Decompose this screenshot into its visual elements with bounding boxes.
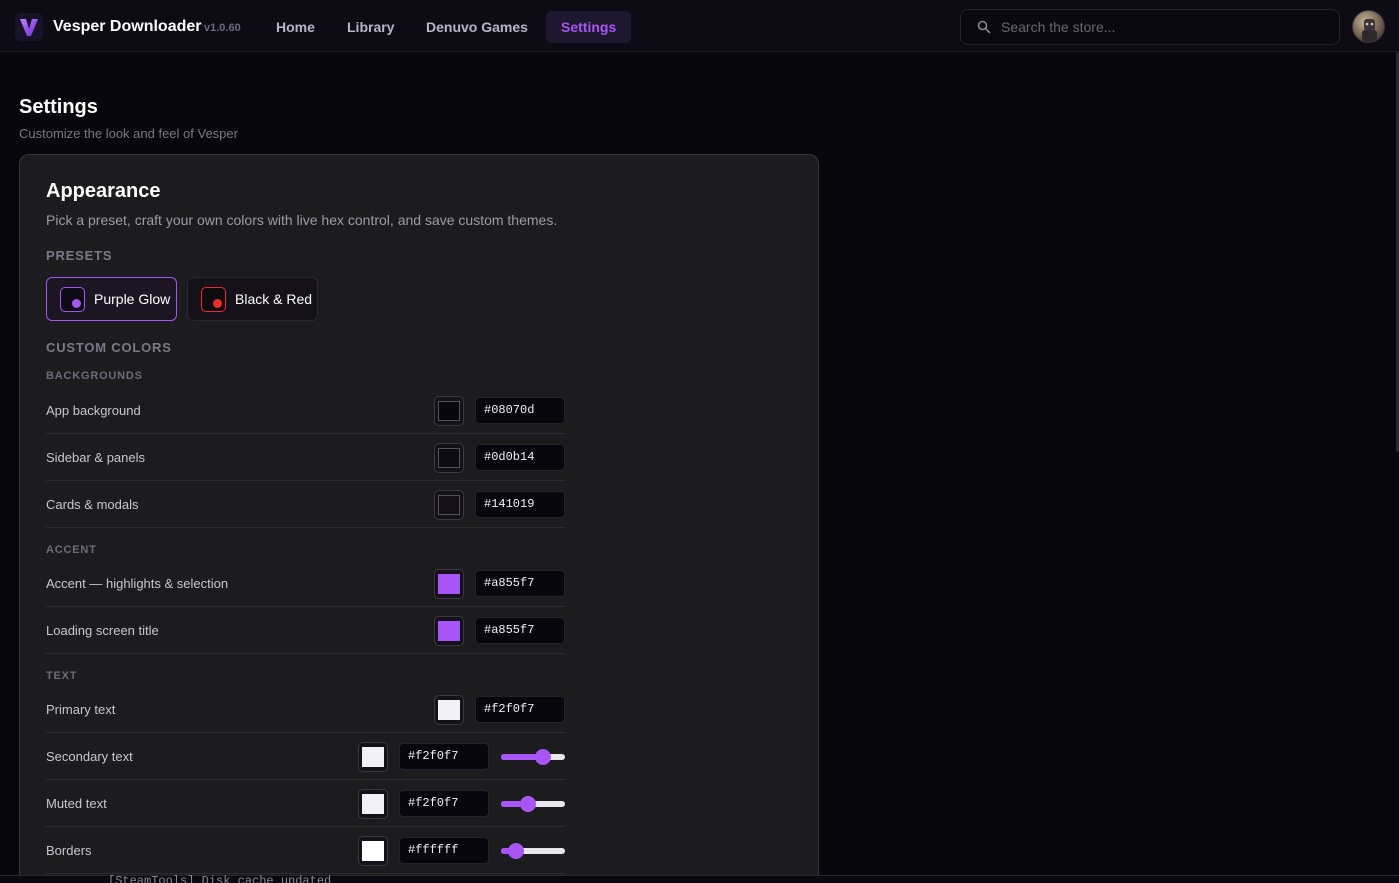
top-bar: Vesper Downloader v1.0.60 Home Library D… [0, 0, 1399, 52]
color-swatch[interactable] [358, 789, 388, 819]
color-row-app-background: App background #08070d [46, 387, 566, 434]
vesper-logo-icon[interactable] [15, 13, 43, 41]
user-avatar[interactable] [1352, 10, 1385, 43]
nav-settings[interactable]: Settings [546, 11, 632, 43]
hex-input[interactable]: #ffffff [399, 837, 489, 864]
color-swatch[interactable] [434, 695, 464, 725]
hex-input[interactable]: #a855f7 [475, 570, 565, 597]
preset-label: Black & Red [235, 291, 313, 307]
color-row-accent: Accent — highlights & selection #a855f7 [46, 560, 566, 607]
color-row-secondary-text: Secondary text #f2f0f7 [46, 733, 566, 780]
search-input[interactable] [1001, 10, 1321, 44]
color-swatch[interactable] [434, 490, 464, 520]
color-row-borders: Borders #ffffff [46, 827, 566, 874]
page-subtitle: Customize the look and feel of Vesper [19, 126, 238, 141]
nav-library[interactable]: Library [332, 11, 409, 43]
color-swatch[interactable] [434, 396, 464, 426]
color-row-muted-text: Muted text #f2f0f7 [46, 780, 566, 827]
app-version: v1.0.60 [204, 22, 241, 34]
slider-thumb[interactable] [520, 796, 536, 812]
color-row-cards-modals: Cards & modals #141019 [46, 481, 566, 528]
presets-label: PRESETS [46, 248, 113, 263]
search-box[interactable] [960, 9, 1340, 45]
row-label: Cards & modals [46, 497, 139, 512]
row-label: Muted text [46, 796, 107, 811]
row-label: Loading screen title [46, 623, 159, 638]
hex-input[interactable]: #f2f0f7 [475, 696, 565, 723]
text-label: TEXT [46, 670, 78, 682]
hex-input[interactable]: #141019 [475, 491, 565, 518]
hex-input[interactable]: #0d0b14 [475, 444, 565, 471]
row-label: Borders [46, 843, 92, 858]
opacity-slider[interactable] [501, 749, 565, 765]
preset-label: Purple Glow [94, 291, 171, 307]
color-swatch[interactable] [358, 836, 388, 866]
color-swatch[interactable] [434, 443, 464, 473]
page-title: Settings [19, 96, 98, 118]
preset-black-red[interactable]: Black & Red [187, 277, 318, 321]
preset-purple-glow[interactable]: Purple Glow [46, 277, 177, 321]
opacity-slider[interactable] [501, 796, 565, 812]
color-swatch[interactable] [434, 616, 464, 646]
opacity-slider[interactable] [501, 843, 565, 859]
row-label: Accent — highlights & selection [46, 576, 229, 591]
color-swatch[interactable] [358, 742, 388, 772]
row-label: App background [46, 403, 141, 418]
preset-swatch [201, 286, 226, 312]
color-row-sidebar-panels: Sidebar & panels #0d0b14 [46, 434, 566, 481]
color-row-primary-text: Primary text #f2f0f7 [46, 686, 566, 733]
row-label: Primary text [46, 702, 116, 717]
app-name: Vesper Downloader [53, 18, 202, 35]
hex-input[interactable]: #a855f7 [475, 617, 565, 644]
accent-label: ACCENT [46, 544, 97, 556]
custom-colors-label: CUSTOM COLORS [46, 340, 172, 355]
preset-swatch [60, 286, 85, 312]
color-row-loading-title: Loading screen title #a855f7 [46, 607, 566, 654]
appearance-card: Appearance Pick a preset, craft your own… [19, 154, 819, 883]
color-swatch[interactable] [434, 569, 464, 599]
hex-input[interactable]: #f2f0f7 [399, 790, 489, 817]
backgrounds-label: BACKGROUNDS [46, 370, 143, 382]
hex-input[interactable]: #08070d [475, 397, 565, 424]
search-icon [977, 20, 991, 39]
slider-thumb[interactable] [508, 843, 524, 859]
nav-home[interactable]: Home [261, 11, 330, 43]
console-line: [SteamTools] Disk cache updated [108, 874, 332, 883]
appearance-description: Pick a preset, craft your own colors wit… [46, 212, 558, 228]
row-label: Secondary text [46, 749, 133, 764]
appearance-title: Appearance [46, 180, 161, 202]
row-label: Sidebar & panels [46, 450, 146, 465]
slider-thumb[interactable] [535, 749, 551, 765]
hex-input[interactable]: #f2f0f7 [399, 743, 489, 770]
nav-denuvo-games[interactable]: Denuvo Games [411, 11, 543, 43]
